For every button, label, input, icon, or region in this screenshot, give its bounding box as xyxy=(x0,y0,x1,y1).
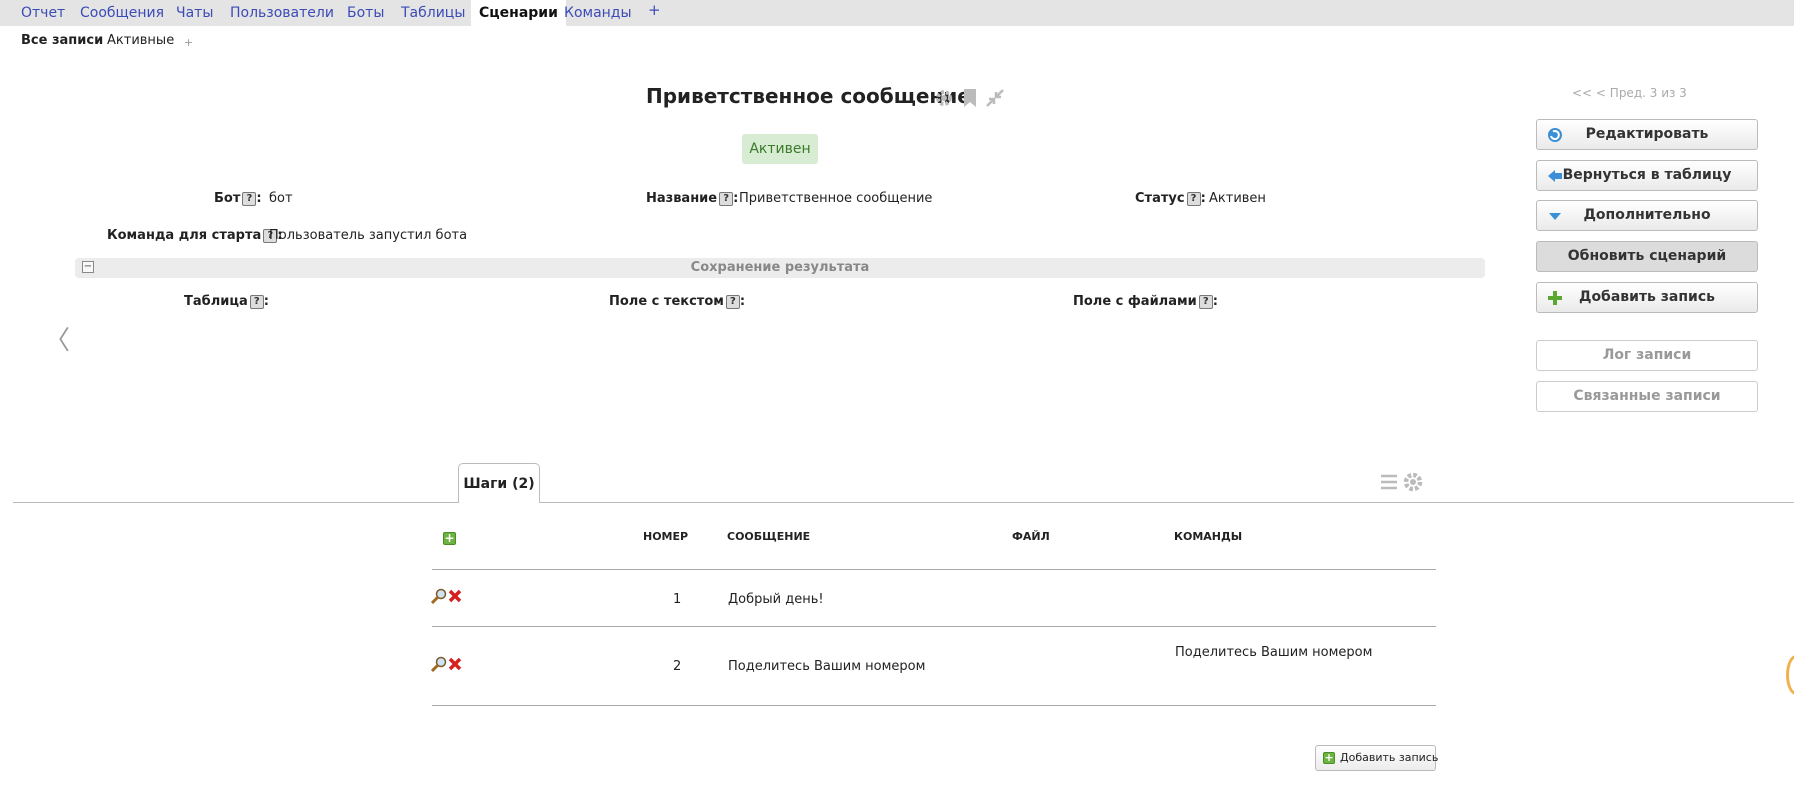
field-colon: : xyxy=(1212,294,1218,309)
record-pager[interactable]: << < Пред. 3 из 3 xyxy=(1572,86,1687,100)
field-colon: : xyxy=(739,294,746,309)
delete-icon[interactable] xyxy=(448,589,462,603)
subtab-active[interactable]: Активные xyxy=(107,33,174,48)
column-header-number[interactable]: НОМЕР xyxy=(643,530,688,543)
field-label-status: Статус?: xyxy=(1135,191,1206,206)
more-button[interactable]: Дополнительно xyxy=(1536,200,1758,231)
plus-icon: + xyxy=(1323,751,1335,764)
field-label-name: Название?: xyxy=(646,191,738,206)
field-colon: : xyxy=(263,294,269,309)
field-label-files-field: Поле с файлами?: xyxy=(1073,294,1218,309)
back-button-label: Вернуться в таблицу xyxy=(1562,167,1732,183)
column-header-file[interactable]: ФАЙЛ xyxy=(1012,530,1050,543)
edit-button-label: Редактировать xyxy=(1585,126,1709,142)
help-icon[interactable]: ? xyxy=(719,192,734,206)
refresh-icon xyxy=(1548,128,1562,142)
add-step-label: Добавить запись xyxy=(1340,751,1439,764)
field-value-name: Приветственное сообщение xyxy=(739,191,933,206)
header-divider xyxy=(432,569,1436,570)
row-divider xyxy=(432,705,1436,706)
tab-bots[interactable]: Боты xyxy=(339,0,392,26)
field-colon: : xyxy=(733,191,739,206)
gear-icon[interactable] xyxy=(934,88,954,108)
cell-commands: Поделитесь Вашим номером xyxy=(1175,645,1373,660)
add-tab-button[interactable]: + xyxy=(640,0,669,23)
tab-report[interactable]: Отчет xyxy=(13,0,73,26)
tab-steps[interactable]: Шаги (2) xyxy=(458,463,540,503)
row-divider xyxy=(432,626,1436,627)
arrow-left-icon xyxy=(1548,170,1562,182)
collapse-arrows-icon[interactable] xyxy=(985,88,1005,108)
cell-message: Поделитесь Вашим номером xyxy=(728,659,926,674)
column-header-commands[interactable]: КОМАНДЫ xyxy=(1174,530,1242,543)
help-icon[interactable]: ? xyxy=(1198,295,1213,309)
field-colon: : xyxy=(1200,191,1206,206)
cell-message: Добрый день! xyxy=(728,592,824,607)
gear-icon[interactable] xyxy=(1402,471,1424,493)
related-records-button[interactable]: Связанные записи xyxy=(1536,381,1758,412)
page-title: Приветственное сообщение xyxy=(646,84,971,108)
field-label-start-text: Команда для старта xyxy=(107,228,262,243)
back-to-table-button[interactable]: Вернуться в таблицу xyxy=(1536,160,1758,191)
add-subtab-button[interactable]: + xyxy=(184,36,193,49)
magnifier-icon[interactable] xyxy=(430,656,448,672)
edit-button[interactable]: Редактировать xyxy=(1536,119,1758,150)
collapse-section-button[interactable]: − xyxy=(82,261,94,273)
list-icon[interactable] xyxy=(1380,473,1398,491)
add-record-button[interactable]: Добавить запись xyxy=(1536,282,1758,313)
tab-divider xyxy=(13,502,1794,503)
add-step-button[interactable]: + Добавить запись xyxy=(1315,745,1439,771)
field-value-bot: бот xyxy=(269,191,293,206)
field-colon: : xyxy=(256,191,262,206)
help-icon[interactable]: ? xyxy=(725,295,740,309)
field-value-status: Активен xyxy=(1209,191,1266,206)
previous-record-arrow[interactable]: 〈 xyxy=(44,320,70,357)
field-label-name-text: Название xyxy=(646,191,718,206)
record-log-button[interactable]: Лог записи xyxy=(1536,340,1758,371)
tab-users[interactable]: Пользователи xyxy=(222,0,342,26)
plus-icon xyxy=(1548,291,1562,305)
status-badge: Активен xyxy=(742,134,818,164)
field-label-table-text: Таблица xyxy=(184,294,248,309)
help-icon[interactable]: ? xyxy=(242,192,257,206)
cell-number: 1 xyxy=(673,592,682,607)
tab-tables[interactable]: Таблицы xyxy=(393,0,473,26)
field-label-start-command: Команда для старта?: xyxy=(107,228,282,243)
add-step-icon[interactable]: + xyxy=(443,532,456,545)
tab-chats[interactable]: Чаты xyxy=(168,0,221,26)
bookmark-icon[interactable] xyxy=(962,88,978,108)
refresh-scenario-label: Обновить сценарий xyxy=(1567,248,1727,264)
more-button-label: Дополнительно xyxy=(1583,207,1711,223)
field-label-table: Таблица?: xyxy=(184,294,269,309)
tab-scenarios[interactable]: Сценарии xyxy=(471,0,566,26)
subtab-all-records[interactable]: Все записи xyxy=(21,33,103,48)
help-icon[interactable]: ? xyxy=(249,295,264,309)
delete-icon[interactable] xyxy=(448,657,462,671)
field-label-bot: Бот?: xyxy=(214,191,262,206)
field-label-bot-text: Бот xyxy=(214,191,241,206)
tab-commands[interactable]: Команды xyxy=(556,0,640,26)
section-header-save-result[interactable]: Сохранение результата xyxy=(75,258,1485,278)
chat-widget-edge[interactable] xyxy=(1786,655,1794,695)
column-header-message[interactable]: СООБЩЕНИЕ xyxy=(727,530,810,543)
field-label-files-field-text: Поле с файлами xyxy=(1073,294,1197,309)
cell-number: 2 xyxy=(673,659,682,674)
magnifier-icon[interactable] xyxy=(430,588,448,604)
field-label-status-text: Статус xyxy=(1135,191,1185,206)
field-label-text-field-text: Поле с текстом xyxy=(609,294,724,309)
field-label-text-field: Поле с текстом?: xyxy=(609,294,745,309)
tab-messages[interactable]: Сообщения xyxy=(72,0,172,26)
refresh-scenario-button[interactable]: Обновить сценарий xyxy=(1536,241,1758,272)
top-tab-bar: Отчет Сообщения Чаты Пользователи Боты Т… xyxy=(0,0,1794,26)
triangle-down-icon xyxy=(1549,213,1561,220)
add-record-label: Добавить запись xyxy=(1578,289,1716,305)
field-value-start-command: Пользователь запустил бота xyxy=(269,228,468,243)
help-icon[interactable]: ? xyxy=(1186,192,1201,206)
